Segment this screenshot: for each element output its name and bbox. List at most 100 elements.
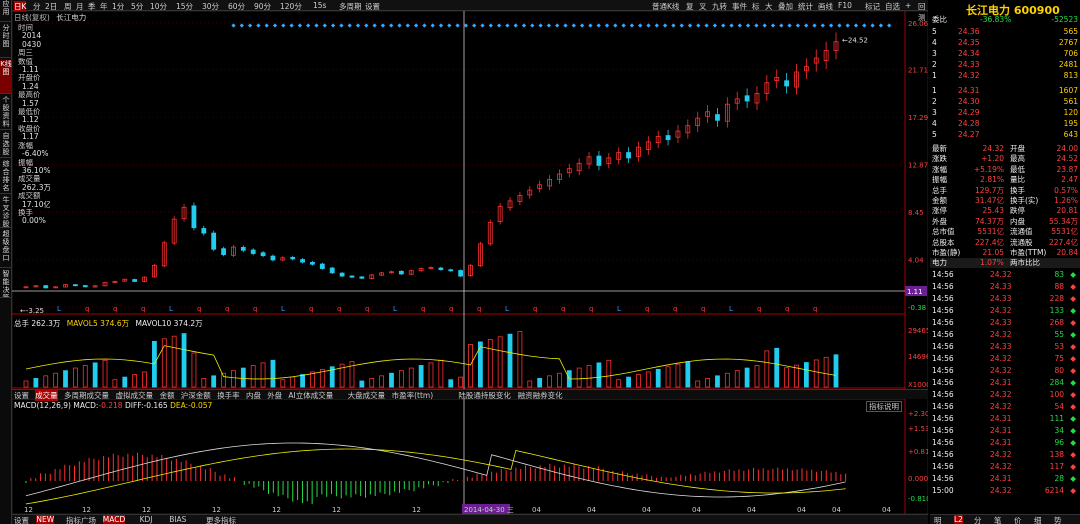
event-marker[interactable] (571, 23, 576, 28)
event-marker[interactable] (745, 23, 751, 28)
dividend-marker[interactable]: q (533, 305, 537, 313)
dividend-marker[interactable]: q (477, 305, 481, 313)
event-marker[interactable] (447, 23, 452, 28)
dividend-marker[interactable]: q (197, 305, 201, 313)
dividend-marker[interactable]: L (729, 305, 733, 313)
event-marker[interactable] (687, 23, 693, 28)
event-marker[interactable] (563, 23, 568, 28)
bottom-tab-6[interactable]: 更多指标 (206, 515, 236, 524)
sidebar-item-8[interactable]: 智能决策 (0, 270, 12, 298)
footer-tab-6[interactable]: 势 (1054, 515, 1062, 524)
indicator-tab-10[interactable]: 大盘成交量 (348, 390, 386, 401)
sidebar-item-4[interactable]: 自选股 (0, 132, 12, 158)
event-marker[interactable] (521, 23, 527, 28)
period-15[interactable]: 15s (313, 1, 326, 10)
event-marker[interactable] (629, 23, 635, 28)
dividend-marker[interactable]: q (113, 305, 117, 313)
event-marker[interactable] (322, 23, 327, 28)
event-marker[interactable] (845, 23, 850, 28)
event-marker[interactable] (837, 23, 842, 28)
footer-tab-3[interactable]: 笔 (994, 515, 1002, 524)
event-marker[interactable] (737, 23, 742, 28)
event-marker[interactable] (364, 23, 369, 28)
indicator-tab-11[interactable]: 市盈率(ttm) (392, 390, 434, 401)
indicator-explain-button[interactable]: 指标说明 (866, 401, 902, 412)
event-marker[interactable] (721, 23, 726, 28)
event-marker[interactable] (297, 23, 303, 28)
footer-tab-0[interactable]: 明 (934, 515, 942, 524)
sidebar-item-5[interactable]: 综合排名 (0, 160, 12, 194)
dividend-marker[interactable]: L (57, 305, 61, 313)
indicator-tab-3[interactable]: 虚拟成交量 (116, 390, 154, 401)
sidebar-item-0[interactable]: 应用 (0, 0, 12, 22)
tool-10[interactable]: F10 (838, 1, 852, 10)
event-marker[interactable] (488, 23, 493, 28)
bottom-tab-0[interactable]: 设置 (14, 515, 29, 524)
event-marker[interactable] (662, 23, 668, 28)
event-marker[interactable] (804, 23, 809, 28)
indicator-tab-1[interactable]: 成交量 (35, 390, 58, 401)
event-marker[interactable] (480, 23, 485, 28)
event-marker[interactable] (472, 23, 477, 28)
event-marker[interactable] (513, 23, 518, 28)
event-marker[interactable] (696, 23, 701, 28)
event-marker[interactable] (538, 23, 543, 28)
indicator-tab-6[interactable]: 换手率 (217, 390, 240, 401)
indicator-tab-12[interactable]: 陆股通持股变化 (458, 390, 511, 401)
event-marker[interactable] (413, 23, 419, 28)
event-marker[interactable] (289, 23, 294, 28)
dividend-marker[interactable]: L (505, 305, 509, 313)
event-marker[interactable] (712, 23, 718, 28)
sidebar-item-2[interactable]: K线图 (0, 60, 12, 94)
dividend-marker[interactable]: q (421, 305, 425, 313)
dividend-marker[interactable]: q (589, 305, 593, 313)
event-marker[interactable] (704, 23, 709, 28)
event-marker[interactable] (579, 23, 585, 28)
event-marker[interactable] (853, 23, 859, 28)
event-marker[interactable] (762, 23, 767, 28)
bottom-tab-4[interactable]: KDJ (140, 515, 153, 524)
event-marker[interactable] (231, 23, 236, 28)
tool-13[interactable]: + (905, 1, 911, 10)
dividend-marker[interactable]: L (393, 305, 397, 313)
sidebar-item-1[interactable]: 分时图 (0, 24, 12, 58)
dividend-marker[interactable]: q (757, 305, 761, 313)
dividend-marker[interactable]: q (673, 305, 677, 313)
event-marker[interactable] (264, 23, 269, 28)
indicator-tab-13[interactable]: 融资融券变化 (518, 390, 563, 401)
event-marker[interactable] (770, 23, 776, 28)
event-marker[interactable] (654, 23, 659, 28)
event-marker[interactable] (862, 23, 867, 28)
dividend-marker[interactable]: L (281, 305, 285, 313)
event-marker[interactable] (546, 23, 552, 28)
event-marker[interactable] (372, 23, 377, 28)
indicator-tab-5[interactable]: 沪深金额 (181, 390, 211, 401)
event-marker[interactable] (588, 23, 593, 28)
event-marker[interactable] (638, 23, 643, 28)
event-marker[interactable] (496, 23, 502, 28)
kline-chart-area[interactable]: 26.06 21.71 17.29 12.87 8.45 4.04 1.11 -0.38 1.1… (12, 11, 928, 514)
event-marker[interactable] (604, 23, 610, 28)
bottom-tab-2[interactable]: 指标广场 (66, 515, 96, 524)
dividend-marker[interactable]: L (169, 305, 173, 313)
event-marker[interactable] (256, 23, 261, 28)
event-marker[interactable] (870, 23, 875, 28)
dividend-marker[interactable]: q (449, 305, 453, 313)
dividend-marker[interactable]: L (617, 305, 621, 313)
event-marker[interactable] (787, 23, 792, 28)
event-marker[interactable] (355, 23, 361, 28)
dividend-marker[interactable]: q (645, 305, 649, 313)
event-marker[interactable] (505, 23, 510, 28)
event-marker[interactable] (339, 23, 344, 28)
footer-tab-2[interactable]: 分 (974, 515, 982, 524)
dividend-marker[interactable]: q (365, 305, 369, 313)
event-marker[interactable] (455, 23, 460, 28)
footer-tab-4[interactable]: 价 (1014, 515, 1022, 524)
event-marker[interactable] (306, 23, 311, 28)
footer-tab-5[interactable]: 细 (1034, 515, 1042, 524)
event-marker[interactable] (878, 23, 884, 28)
dividend-marker[interactable]: q (253, 305, 257, 313)
dividend-marker[interactable]: q (85, 305, 89, 313)
event-marker[interactable] (405, 23, 410, 28)
event-marker[interactable] (555, 23, 560, 28)
